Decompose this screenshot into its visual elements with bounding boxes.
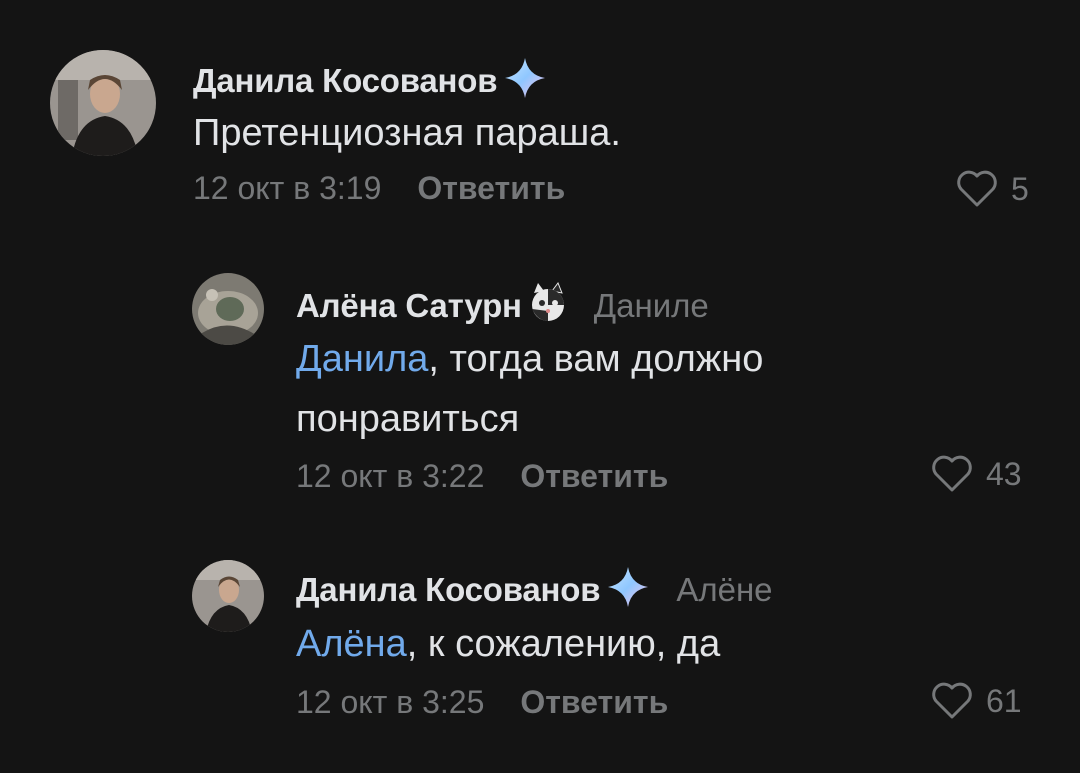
comment-text: Алёна, к сожалению, да — [296, 614, 996, 674]
reply-to-name[interactable]: Алёне — [676, 571, 772, 609]
mention-link[interactable]: Данила — [296, 338, 428, 380]
heart-icon — [932, 682, 972, 719]
comment-date[interactable]: 12 окт в 3:19 — [193, 170, 381, 207]
like-count: 5 — [1011, 170, 1029, 207]
heart-icon — [932, 455, 972, 492]
reply-to-name[interactable]: Даниле — [594, 287, 709, 325]
sparkle-icon — [503, 56, 547, 105]
comment-body: , к сожалению, да — [406, 623, 721, 665]
author-name[interactable]: Алёна Сатурн — [296, 287, 522, 325]
sparkle-icon — [606, 565, 650, 614]
like-count: 43 — [986, 455, 1022, 492]
like-button[interactable]: 43 — [930, 454, 1022, 494]
like-button[interactable]: 61 — [930, 681, 1022, 721]
mention-link[interactable]: Алёна — [296, 623, 407, 665]
avatar[interactable] — [192, 560, 264, 632]
cat-emoji-icon — [528, 281, 568, 330]
like-button[interactable]: 5 — [955, 169, 1029, 209]
heart-icon — [957, 170, 997, 207]
comment-date[interactable]: 12 окт в 3:22 — [296, 458, 484, 495]
comment-text: Претенциозная параша. — [193, 112, 621, 154]
comment-date[interactable]: 12 окт в 3:25 — [296, 684, 484, 721]
author-name[interactable]: Данила Косованов — [193, 62, 498, 100]
avatar[interactable] — [192, 273, 264, 345]
author-name[interactable]: Данила Косованов — [296, 571, 601, 609]
reply-button[interactable]: Ответить — [520, 458, 668, 495]
avatar[interactable] — [50, 50, 156, 156]
reply-button[interactable]: Ответить — [520, 684, 668, 721]
like-count: 61 — [986, 682, 1022, 719]
reply-button[interactable]: Ответить — [417, 170, 565, 207]
comment-text: Данила, тогда вам должно понравиться — [296, 329, 896, 449]
